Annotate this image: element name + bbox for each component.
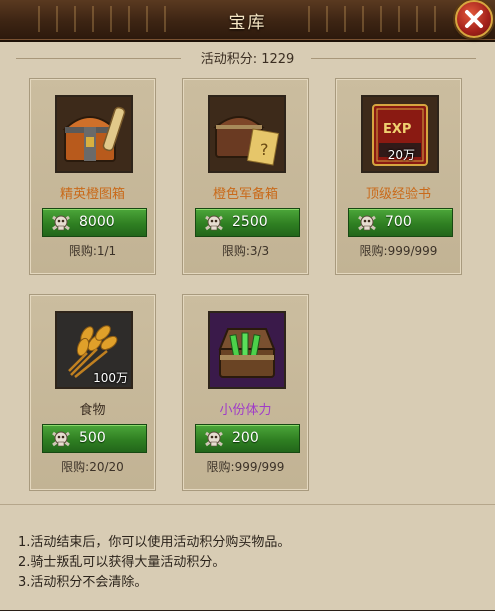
title-bar: 宝库 (0, 0, 495, 42)
item-icon-frame (208, 311, 286, 389)
purchase-limit: 限购:999/999 (359, 244, 438, 258)
purchase-limit: 限购:1/1 (68, 244, 117, 258)
item-name: 橙色军备箱 (212, 187, 278, 202)
treasury-window: 宝库 活动积分: 1229 精英橙图箱 8000 限购:1/1 ? 橙色军备箱 … (0, 0, 495, 610)
item-price: 200 (232, 430, 259, 446)
buy-button[interactable]: 200 (195, 424, 300, 453)
skull-coin-icon (358, 215, 376, 231)
item-icon-frame: ? (208, 95, 286, 173)
skull-coin-icon (205, 431, 223, 447)
buy-button[interactable]: 2500 (195, 208, 300, 237)
item-card: ? 橙色军备箱 2500 限购:3/3 (182, 78, 309, 275)
item-price: 8000 (79, 214, 115, 230)
purchase-limit: 限购:3/3 (221, 244, 270, 258)
item-name: 小份体力 (219, 403, 272, 418)
item-price: 500 (79, 430, 106, 446)
item-icon-frame: 100万 (55, 311, 133, 389)
skull-coin-icon (205, 215, 223, 231)
window-title: 宝库 (228, 13, 267, 33)
divider-right (311, 58, 476, 59)
item-card: 100万 食物 500 限购:20/20 (29, 294, 156, 491)
item-card: 小份体力 200 限购:999/999 (182, 294, 309, 491)
purchase-limit: 限购:999/999 (206, 460, 285, 474)
item-price: 700 (385, 214, 412, 230)
item-icon-frame: EXP 20万 (361, 95, 439, 173)
item-price: 2500 (232, 214, 268, 230)
item-name: 食物 (79, 403, 106, 418)
close-button[interactable] (455, 0, 493, 38)
close-icon (465, 10, 483, 28)
item-quantity-badge: 20万 (387, 148, 415, 162)
svg-text:?: ? (260, 140, 269, 159)
item-name: 顶级经验书 (365, 187, 431, 202)
item-icon-frame (55, 95, 133, 173)
item-name: 精英橙图箱 (59, 187, 125, 202)
skull-coin-icon (52, 431, 70, 447)
equipment-chest-icon: ? (210, 97, 284, 171)
buy-button[interactable]: 8000 (42, 208, 147, 237)
item-card: EXP 20万 顶级经验书 700 限购:999/999 (335, 78, 462, 275)
item-quantity-badge: 100万 (93, 371, 128, 385)
note-line: 3.活动积分不会清除。 (18, 575, 148, 590)
item-card: 精英橙图箱 8000 限购:1/1 (29, 78, 156, 275)
exp-label: EXP (383, 122, 411, 137)
stamina-chest-icon (210, 313, 284, 387)
rules-notes: 1.活动结束后，你可以使用活动积分购买物品。 2.骑士叛乱可以获得大量活动积分。… (0, 504, 495, 611)
purchase-limit: 限购:20/20 (61, 460, 124, 474)
buy-button[interactable]: 700 (348, 208, 453, 237)
note-line: 2.骑士叛乱可以获得大量活动积分。 (18, 555, 226, 570)
orange-chest-with-scroll-icon (57, 97, 131, 171)
buy-button[interactable]: 500 (42, 424, 147, 453)
skull-coin-icon (52, 215, 70, 231)
note-line: 1.活动结束后，你可以使用活动积分购买物品。 (18, 535, 291, 550)
